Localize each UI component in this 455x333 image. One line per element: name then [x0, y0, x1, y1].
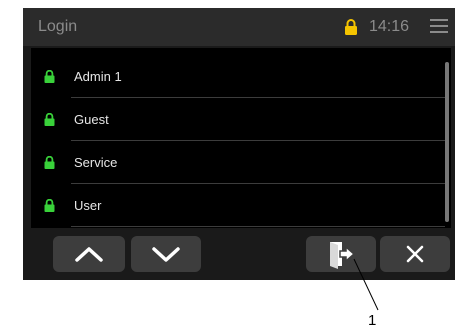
callout-leader-line [353, 258, 379, 311]
callout-label: 1 [368, 312, 377, 329]
